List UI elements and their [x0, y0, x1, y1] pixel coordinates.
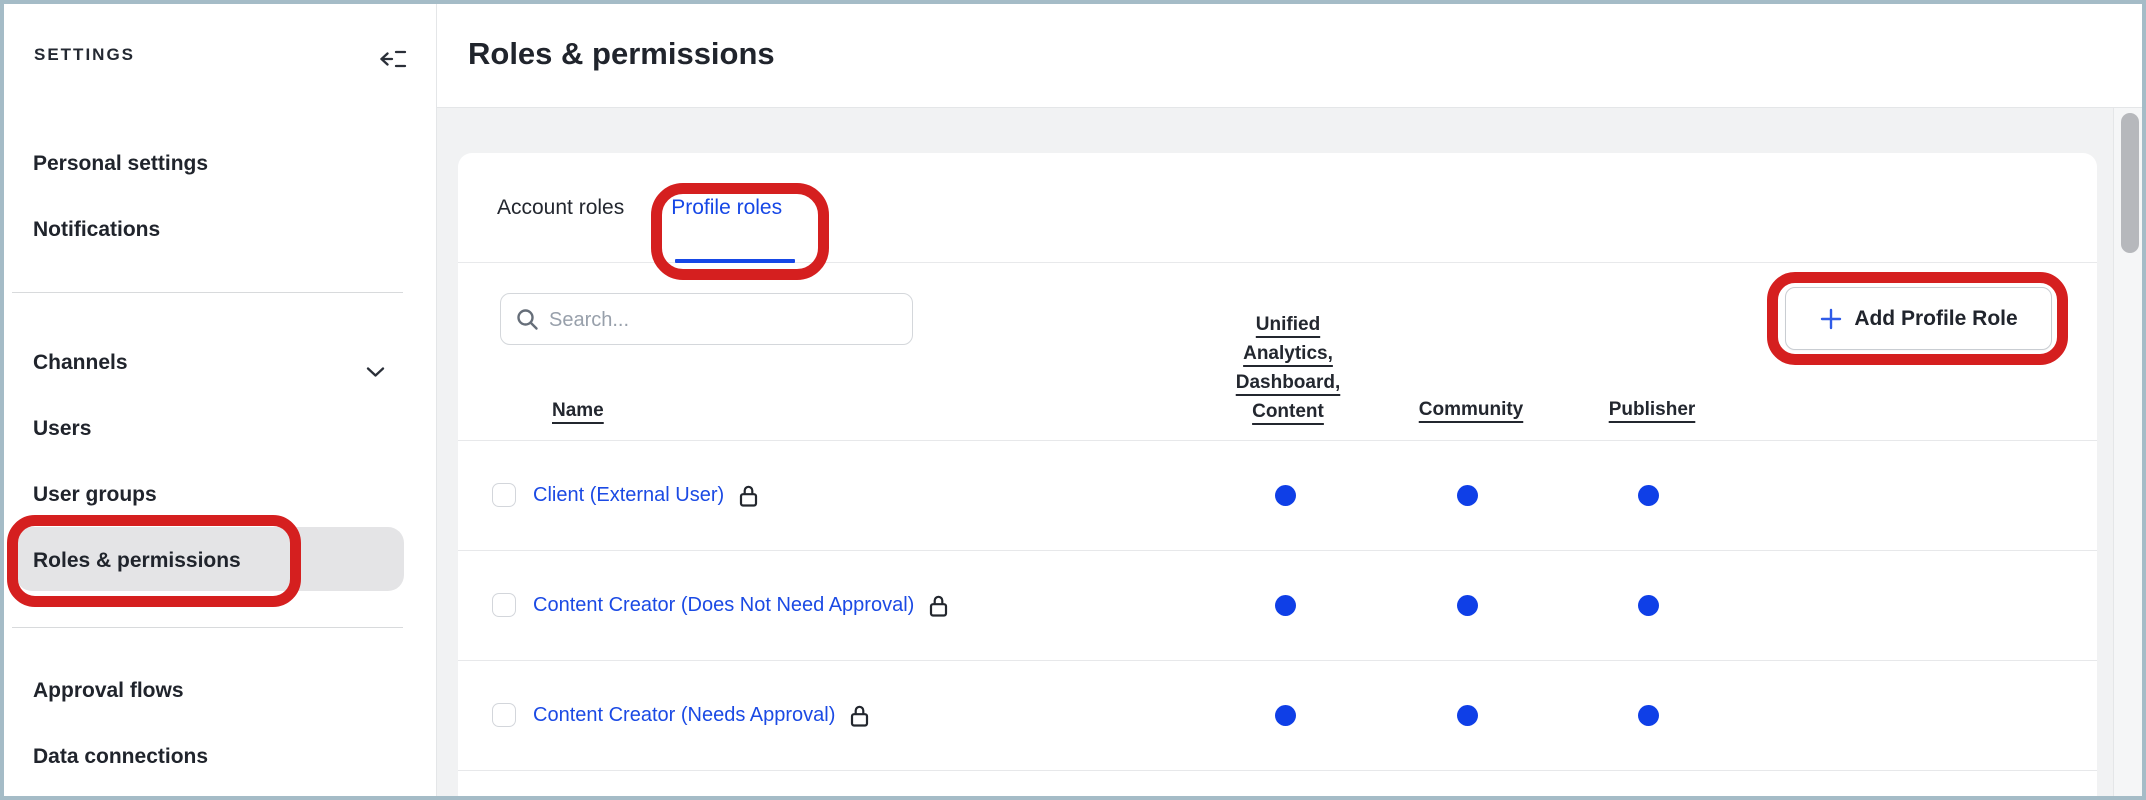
permission-dot — [1275, 485, 1296, 506]
app-window: SETTINGS Personal settingsNotifications … — [0, 0, 2146, 800]
search-icon — [515, 307, 540, 337]
permission-dot — [1275, 595, 1296, 616]
sidebar-item-notifications[interactable]: Notifications — [33, 215, 403, 245]
column-header-unified-analytics-dashboard-content[interactable]: Unified Analytics, Dashboard, Content — [1208, 310, 1368, 426]
sidebar-item-user-groups[interactable]: User groups — [33, 480, 403, 510]
plus-icon — [1819, 307, 1843, 331]
sidebar-item-users[interactable]: Users — [33, 414, 403, 444]
role-name-link[interactable]: Content Creator (Needs Approval) — [533, 704, 835, 727]
permission-dot — [1638, 485, 1659, 506]
permission-dot — [1638, 595, 1659, 616]
permission-dot — [1275, 705, 1296, 726]
lock-icon — [738, 484, 759, 508]
page-header: Roles & permissions — [437, 0, 2146, 108]
sidebar-item-personal-settings[interactable]: Personal settings — [33, 149, 403, 179]
lock-icon — [849, 704, 870, 728]
search-box — [500, 293, 913, 345]
add-profile-role-label: Add Profile Role — [1854, 307, 2017, 331]
row-checkbox[interactable] — [492, 703, 516, 727]
settings-sidebar: SETTINGS Personal settingsNotifications … — [0, 0, 437, 800]
sidebar-divider — [12, 627, 403, 628]
permission-dot — [1457, 485, 1478, 506]
tab-account-roles[interactable]: Account roles — [497, 196, 624, 220]
vertical-scrollbar-thumb[interactable] — [2121, 113, 2139, 253]
sidebar-group-personal: Personal settings Notifications — [33, 149, 403, 281]
chevron-down-icon — [366, 357, 385, 387]
table-row: Client (External User) — [458, 441, 2097, 551]
sidebar-item-approval-flows[interactable]: Approval flows — [33, 676, 403, 706]
sidebar-divider — [12, 292, 403, 293]
sidebar-group-workflows: Approval flows Data connections — [33, 676, 403, 800]
roles-table-body: Client (External User) Content Creator (… — [458, 440, 2097, 771]
column-header-community[interactable]: Community — [1401, 399, 1541, 421]
collapse-sidebar-icon[interactable] — [378, 44, 408, 74]
sidebar-group-account: Channels Users User groups Roles & permissi… — [33, 348, 403, 612]
permission-dot — [1457, 595, 1478, 616]
page-title: Roles & permissions — [468, 36, 775, 72]
sidebar-item-data-connections[interactable]: Data connections — [33, 742, 403, 772]
sidebar-item-roles-permissions[interactable]: Roles & permissions — [33, 546, 403, 576]
tab-bar: Account roles Profile roles — [458, 153, 2097, 263]
sidebar-title: SETTINGS — [34, 45, 135, 65]
role-name-link[interactable]: Client (External User) — [533, 484, 724, 507]
add-profile-role-button[interactable]: Add Profile Role — [1785, 287, 2052, 350]
row-checkbox[interactable] — [492, 483, 516, 507]
roles-card: Account roles Profile roles Add Profile R… — [458, 153, 2097, 800]
table-row: Content Creator (Does Not Need Approval) — [458, 551, 2097, 661]
lock-icon — [928, 594, 949, 618]
tab-profile-roles[interactable]: Profile roles — [671, 196, 782, 220]
active-tab-underline — [675, 259, 795, 263]
column-header-name[interactable]: Name — [552, 400, 604, 422]
permission-dot — [1457, 705, 1478, 726]
search-input[interactable] — [547, 294, 901, 346]
table-row: Content Creator (Needs Approval) — [458, 661, 2097, 771]
permission-dot — [1638, 705, 1659, 726]
row-checkbox[interactable] — [492, 593, 516, 617]
role-name-link[interactable]: Content Creator (Does Not Need Approval) — [533, 594, 914, 617]
column-header-publisher[interactable]: Publisher — [1582, 399, 1722, 421]
vertical-scrollbar-track[interactable] — [2113, 108, 2146, 800]
sidebar-item-channels[interactable]: Channels — [33, 348, 403, 378]
